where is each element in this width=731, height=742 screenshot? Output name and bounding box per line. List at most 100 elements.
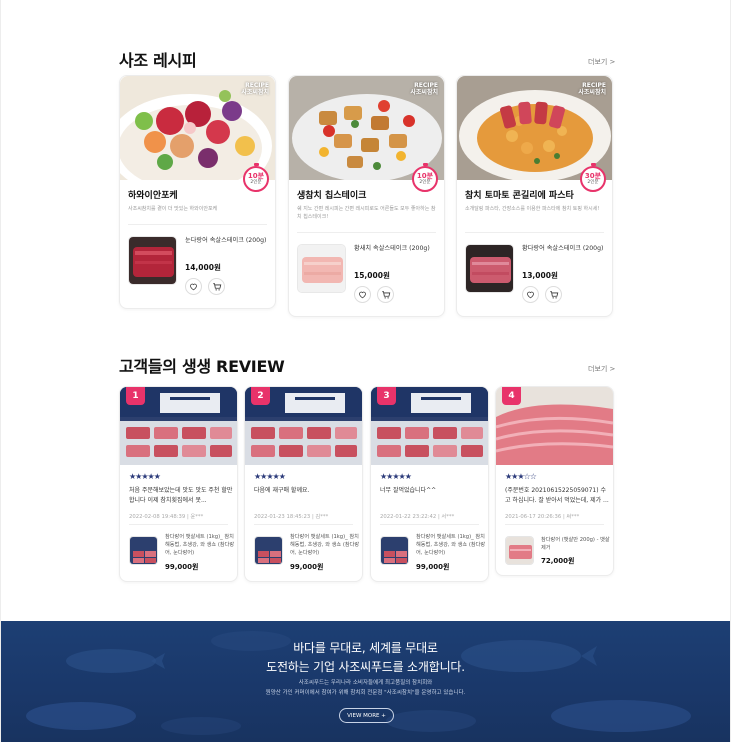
divider <box>505 524 604 525</box>
recipe-desc: 사조씨참치를 곁이 더 맛있는 하와이안포케 <box>128 206 218 212</box>
review-product-thumbnail[interactable] <box>129 536 158 565</box>
review-text[interactable]: 처음 주문해보았는데 맛도 맛도 주천 할만 합니다 이제 참치횟집에서 못..… <box>129 486 233 505</box>
cart-icon <box>212 282 221 291</box>
time-badge: 30분 2인분 <box>580 163 606 192</box>
banner-title-line1: 바다를 무대로, 세계를 무대로 <box>293 641 438 655</box>
serving-value: 2인분 <box>587 179 599 185</box>
recipe-name[interactable]: 하와이안포케 <box>128 188 178 201</box>
rank-badge: 4 <box>502 387 521 405</box>
review-product-price: 99,000원 <box>290 563 324 571</box>
star-rating: ★★★★★ <box>380 472 412 481</box>
brand-badge: RECIPE 사조씨참치 <box>410 82 438 97</box>
product-price: 13,000원 <box>522 271 558 280</box>
serving-value: 2인분 <box>250 179 262 185</box>
review-product-name[interactable]: 참다랑어 (뱃살만 200g) - 뱃살제거 <box>541 537 613 553</box>
review-meta: 2022-02-08 19:48:39 | 윤*** <box>129 514 204 520</box>
banner-title-line2: 도전하는 기업 사조씨푸드를 소개합니다. <box>266 659 465 674</box>
recipe-image[interactable]: RECIPE 사조씨참치 <box>120 76 275 180</box>
review-card[interactable]: 4 ★★★☆☆ (주문번호 20210615225059071) 수고 하십니다… <box>495 386 614 576</box>
review-image[interactable]: 4 <box>496 387 613 465</box>
review-product-thumbnail[interactable] <box>254 536 283 565</box>
swordfish-steak-image <box>298 245 345 292</box>
review-image[interactable]: 2 <box>245 387 362 465</box>
review-section-title: 고객들의 생생 REVIEW <box>119 357 285 376</box>
divider <box>128 224 267 225</box>
cart-button[interactable] <box>377 286 394 303</box>
cart-button[interactable] <box>208 278 225 295</box>
divider <box>129 524 228 525</box>
banner-title: 바다를 무대로, 세계를 무대로 도전하는 기업 사조씨푸드를 소개합니다. <box>1 639 730 676</box>
banner-desc: 사조씨푸드는 우리나라 소비자들에게 최고품질의 참치회와 원양산 가인 커머이… <box>1 679 730 699</box>
serving-value: 2인분 <box>419 179 431 185</box>
recipe-image[interactable]: RECIPE 사조씨참치 <box>289 76 444 180</box>
time-value: 10분 <box>416 171 434 180</box>
review-product-price: 72,000원 <box>541 557 575 565</box>
review-card[interactable]: 2 ★★★★★ 다음에 재구매 할께요. 2022-01-23 18:45:23… <box>244 386 363 582</box>
brand-badge: RECIPE 사조씨참치 <box>578 82 606 97</box>
product-name[interactable]: 눈다랑어 속살스테이크 (200g) <box>185 236 270 246</box>
divider <box>465 232 604 233</box>
review-card[interactable]: 1 ★★★★★ 처음 주문해보았는데 맛도 맛도 주천 할만 합니다 이제 참치… <box>119 386 238 582</box>
wishlist-button[interactable] <box>522 286 539 303</box>
banner-desc-line2: 원양산 가인 커머이에서 참여가 위해 참치회 전문점 "사조씨참치"을 운영하… <box>265 689 466 696</box>
product-thumbnail[interactable] <box>297 244 346 293</box>
review-image[interactable]: 3 <box>371 387 488 465</box>
review-product-price: 99,000원 <box>416 563 450 571</box>
rank-badge: 3 <box>377 387 396 405</box>
recipe-card[interactable]: RECIPE 사조씨참치 30분 2인분 참치 토마토 콘길리에 파스타 소개달… <box>456 75 613 317</box>
product-thumbnail[interactable] <box>465 244 514 293</box>
time-value: 30분 <box>584 171 602 180</box>
time-badge: 10분 2인분 <box>243 163 269 192</box>
review-more-link[interactable]: 더보기 > <box>588 364 615 374</box>
heart-icon <box>527 291 534 299</box>
review-text[interactable]: 다음에 재구매 할께요. <box>254 486 358 496</box>
rank-badge: 2 <box>251 387 270 405</box>
brand-badge: RECIPE 사조씨참치 <box>241 82 269 97</box>
recipe-more-link[interactable]: 더보기 > <box>588 57 615 67</box>
cart-icon <box>549 290 558 299</box>
tuna-set-thumb <box>255 537 282 564</box>
recipe-name[interactable]: 참치 토마토 콘길리에 파스타 <box>465 188 574 201</box>
review-text[interactable]: 너무 잘먹었습니다^^ <box>380 486 484 496</box>
tuna-steak-image <box>129 237 176 284</box>
review-text[interactable]: (주문번호 20210615225059071) 수고 하십니다. 잘 받아서 … <box>505 486 609 505</box>
time-value: 10분 <box>247 171 265 180</box>
recipe-name[interactable]: 생참치 칩스테이크 <box>297 188 366 201</box>
review-product-name[interactable]: 참다랑어 뱃살세트 (1kg)_ 참치 해동법, 초생강, 와 생쇼 (참다랑어… <box>290 534 362 557</box>
company-banner: 바다를 무대로, 세계를 무대로 도전하는 기업 사조씨푸드를 소개합니다. 사… <box>1 621 730 742</box>
recipe-card[interactable]: RECIPE 사조씨참치 10분 2인분 하와이안포케 사조씨참치를 곁이 더 … <box>119 75 276 309</box>
view-more-button[interactable]: VIEW MORE + <box>339 708 394 723</box>
recipe-card[interactable]: RECIPE 사조씨참치 10분 2인분 생참치 칩스테이크 쉐 지노 간편 레… <box>288 75 445 317</box>
recipe-desc: 소개달링 파스타, 간장소스를 이용한 파스타에 참치 토핑 하시세! <box>465 206 600 212</box>
tuna-set-thumb <box>381 537 408 564</box>
product-price: 14,000원 <box>185 263 221 272</box>
review-image[interactable]: 1 <box>120 387 237 465</box>
rank-badge: 1 <box>126 387 145 405</box>
review-product-price: 99,000원 <box>165 563 199 571</box>
product-thumbnail[interactable] <box>128 236 177 285</box>
product-name[interactable]: 황새치 속살스테이크 (200g) <box>354 244 439 254</box>
review-product-thumbnail[interactable] <box>380 536 409 565</box>
product-name[interactable]: 황다랑어 속살스테이크 (200g) <box>522 244 607 254</box>
review-product-name[interactable]: 참다랑어 뱃살세트 (1kg)_ 참치 해동법, 초생강, 와 생쇼 (참다랑어… <box>416 534 488 557</box>
review-card[interactable]: 3 ★★★★★ 너무 잘먹었습니다^^ 2022-01-22 23:22:42 … <box>370 386 489 582</box>
review-product-thumbnail[interactable] <box>505 536 534 565</box>
cart-button[interactable] <box>545 286 562 303</box>
product-price: 15,000원 <box>354 271 390 280</box>
review-product-name[interactable]: 참다랑어 뱃살세트 (1kg)_ 참치 해동법, 초생강, 와 생쇼 (참다랑어… <box>165 534 237 557</box>
tuna-set-thumb <box>130 537 157 564</box>
review-meta: 2021-06-17 20:26:36 | 써*** <box>505 514 580 520</box>
recipe-desc: 쉐 지노 간편 레시피는 간편 레시피로도 어른들도 모두 좋아하는 참치 칩스… <box>297 206 436 220</box>
divider <box>254 524 353 525</box>
recipe-section-title: 사조 레시피 <box>119 51 197 70</box>
recipe-image[interactable]: RECIPE 사조씨참치 <box>457 76 612 180</box>
review-meta: 2022-01-23 18:45:23 | 김*** <box>254 514 329 520</box>
wishlist-button[interactable] <box>185 278 202 295</box>
star-rating: ★★★★★ <box>129 472 161 481</box>
heart-icon <box>190 283 197 291</box>
tuna-belly-thumb <box>506 537 533 564</box>
yellowfin-steak-image <box>466 245 513 292</box>
wishlist-button[interactable] <box>354 286 371 303</box>
star-rating: ★★★☆☆ <box>505 472 537 481</box>
divider <box>297 232 436 233</box>
